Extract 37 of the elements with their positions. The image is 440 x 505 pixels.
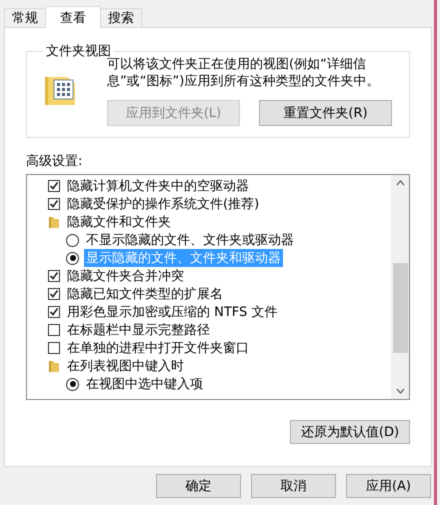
radio-button[interactable] [66,234,79,246]
checkbox[interactable] [48,198,60,210]
checkbox[interactable] [48,306,60,318]
setting-label: 隐藏文件和文件夹 [66,214,172,231]
description-text: 可以将该文件夹正在使用的视图(例如“详细信息”或“图标”)应用到所有这种类型的文件夹中。 [107,56,380,90]
radio-button[interactable] [66,378,79,390]
setting-label: 显示隐藏的文件、文件夹和驱动器 [84,249,283,267]
scrollbar[interactable] [391,175,409,399]
checkbox[interactable] [48,270,60,282]
setting-label: 隐藏受保护的操作系统文件(推荐) [66,196,260,213]
setting-label: 隐藏已知文件类型的扩展名 [66,286,224,303]
tab[interactable]: 常规 [4,8,46,27]
setting-label: 在列表视图中键入时 [66,358,185,375]
setting-label: 在单独的进程中打开文件夹窗口 [66,340,250,357]
cancel-button[interactable]: 取消 [251,474,336,498]
tab[interactable]: 查看 [45,6,101,28]
apply-button[interactable]: 应用(A) [346,474,431,498]
setting-label: 在视图中选中键入项 [85,376,204,393]
reset-folders-button[interactable]: 重置文件夹(R) [259,100,392,126]
checkbox[interactable] [48,180,60,192]
setting-label: 隐藏文件夹合并冲突 [66,268,185,285]
scrollbar-thumb[interactable] [393,263,408,353]
group-title: 文件夹视图 [45,43,111,59]
ok-button[interactable]: 确定 [156,474,241,498]
radio-button[interactable] [66,252,79,264]
checkbox[interactable] [48,342,60,354]
folder-icon [48,216,60,228]
restore-defaults-button[interactable]: 还原为默认值(D) [290,420,410,444]
checkbox[interactable] [48,324,60,336]
folder-icon [48,360,60,372]
setting-label: 用彩色显示加密或压缩的 NTFS 文件 [66,304,278,321]
advanced-settings-label: 高级设置: [26,153,84,170]
setting-label: 在标题栏中显示完整路径 [66,322,211,339]
tab[interactable]: 搜索 [100,8,142,27]
setting-label: 不显示隐藏的文件、文件夹或驱动器 [85,232,295,249]
checkbox[interactable] [48,288,60,300]
setting-label: 隐藏计算机文件夹中的空驱动器 [66,178,250,195]
